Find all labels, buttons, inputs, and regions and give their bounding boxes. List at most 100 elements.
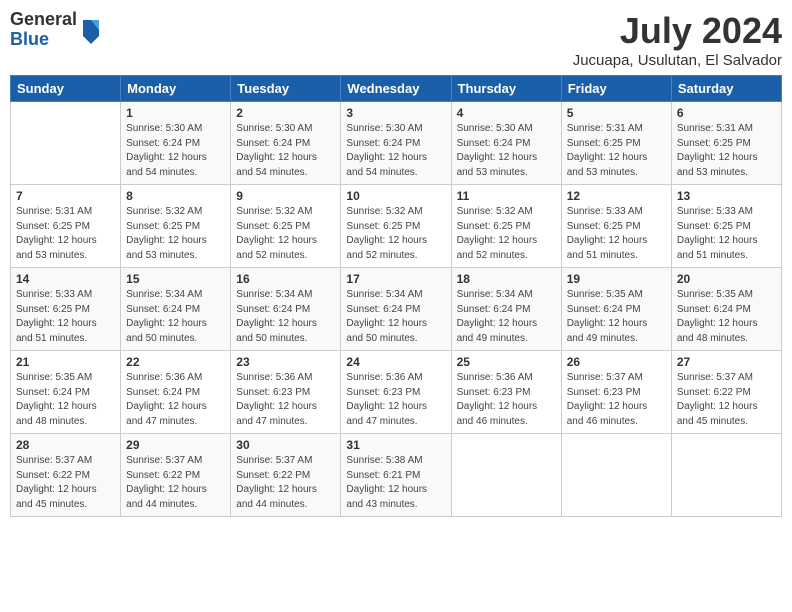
cell-info: Sunrise: 5:34 AM Sunset: 6:24 PM Dayligh… xyxy=(236,288,335,346)
calendar-cell: 14 Sunrise: 5:33 AM Sunset: 6:25 PM Dayli… xyxy=(11,268,121,351)
calendar-cell xyxy=(561,434,671,517)
day-number: 3 xyxy=(346,106,445,120)
weekday-header-wednesday: Wednesday xyxy=(341,76,451,102)
day-number: 9 xyxy=(236,189,335,203)
calendar-cell: 31 Sunrise: 5:38 AM Sunset: 6:21 PM Dayli… xyxy=(341,434,451,517)
cell-info: Sunrise: 5:32 AM Sunset: 6:25 PM Dayligh… xyxy=(126,205,225,263)
calendar-cell: 8 Sunrise: 5:32 AM Sunset: 6:25 PM Daylig… xyxy=(121,185,231,268)
day-number: 8 xyxy=(126,189,225,203)
weekday-header-thursday: Thursday xyxy=(451,76,561,102)
cell-info: Sunrise: 5:30 AM Sunset: 6:24 PM Dayligh… xyxy=(346,122,445,180)
title-section: July 2024 Jucuapa, Usulutan, El Salvador xyxy=(573,10,782,69)
day-number: 15 xyxy=(126,272,225,286)
calendar-cell: 18 Sunrise: 5:34 AM Sunset: 6:24 PM Dayli… xyxy=(451,268,561,351)
cell-info: Sunrise: 5:32 AM Sunset: 6:25 PM Dayligh… xyxy=(236,205,335,263)
cell-info: Sunrise: 5:35 AM Sunset: 6:24 PM Dayligh… xyxy=(567,288,666,346)
page-header: General Blue July 2024 Jucuapa, Usulutan… xyxy=(10,10,782,69)
cell-info: Sunrise: 5:30 AM Sunset: 6:24 PM Dayligh… xyxy=(126,122,225,180)
cell-info: Sunrise: 5:37 AM Sunset: 6:22 PM Dayligh… xyxy=(236,454,335,512)
day-number: 25 xyxy=(457,355,556,369)
cell-info: Sunrise: 5:35 AM Sunset: 6:24 PM Dayligh… xyxy=(677,288,776,346)
calendar-cell: 12 Sunrise: 5:33 AM Sunset: 6:25 PM Dayli… xyxy=(561,185,671,268)
cell-info: Sunrise: 5:35 AM Sunset: 6:24 PM Dayligh… xyxy=(16,371,115,429)
calendar-cell: 19 Sunrise: 5:35 AM Sunset: 6:24 PM Dayli… xyxy=(561,268,671,351)
day-number: 4 xyxy=(457,106,556,120)
day-number: 30 xyxy=(236,438,335,452)
calendar-cell: 21 Sunrise: 5:35 AM Sunset: 6:24 PM Dayli… xyxy=(11,351,121,434)
logo-icon xyxy=(79,16,103,44)
calendar-cell: 15 Sunrise: 5:34 AM Sunset: 6:24 PM Dayli… xyxy=(121,268,231,351)
day-number: 26 xyxy=(567,355,666,369)
day-number: 6 xyxy=(677,106,776,120)
calendar-cell xyxy=(11,102,121,185)
day-number: 2 xyxy=(236,106,335,120)
calendar-cell: 6 Sunrise: 5:31 AM Sunset: 6:25 PM Daylig… xyxy=(671,102,781,185)
day-number: 10 xyxy=(346,189,445,203)
calendar-cell: 11 Sunrise: 5:32 AM Sunset: 6:25 PM Dayli… xyxy=(451,185,561,268)
logo-general-text: General xyxy=(10,10,77,30)
cell-info: Sunrise: 5:36 AM Sunset: 6:24 PM Dayligh… xyxy=(126,371,225,429)
calendar-cell: 10Sunrise: 5:32 AM Sunset: 6:25 PM Dayli… xyxy=(341,185,451,268)
calendar-cell: 30 Sunrise: 5:37 AM Sunset: 6:22 PM Dayli… xyxy=(231,434,341,517)
calendar-cell: 2 Sunrise: 5:30 AM Sunset: 6:24 PM Daylig… xyxy=(231,102,341,185)
day-number: 18 xyxy=(457,272,556,286)
cell-info: Sunrise: 5:33 AM Sunset: 6:25 PM Dayligh… xyxy=(567,205,666,263)
month-title: July 2024 xyxy=(573,10,782,52)
calendar-cell: 23 Sunrise: 5:36 AM Sunset: 6:23 PM Dayli… xyxy=(231,351,341,434)
cell-info: Sunrise: 5:34 AM Sunset: 6:24 PM Dayligh… xyxy=(457,288,556,346)
calendar-cell: 29 Sunrise: 5:37 AM Sunset: 6:22 PM Dayli… xyxy=(121,434,231,517)
calendar-cell xyxy=(671,434,781,517)
calendar-cell: 24Sunrise: 5:36 AM Sunset: 6:23 PM Dayli… xyxy=(341,351,451,434)
day-number: 31 xyxy=(346,438,445,452)
calendar-cell: 22 Sunrise: 5:36 AM Sunset: 6:24 PM Dayli… xyxy=(121,351,231,434)
weekday-header-friday: Friday xyxy=(561,76,671,102)
day-number: 19 xyxy=(567,272,666,286)
day-number: 12 xyxy=(567,189,666,203)
calendar-cell: 5Sunrise: 5:31 AM Sunset: 6:25 PM Daylig… xyxy=(561,102,671,185)
calendar-cell: 28Sunrise: 5:37 AM Sunset: 6:22 PM Dayli… xyxy=(11,434,121,517)
weekday-header-row: SundayMondayTuesdayWednesdayThursdayFrid… xyxy=(11,76,782,102)
calendar-cell: 13 Sunrise: 5:33 AM Sunset: 6:25 PM Dayli… xyxy=(671,185,781,268)
day-number: 7 xyxy=(16,189,115,203)
cell-info: Sunrise: 5:37 AM Sunset: 6:23 PM Dayligh… xyxy=(567,371,666,429)
calendar-cell: 3 Sunrise: 5:30 AM Sunset: 6:24 PM Daylig… xyxy=(341,102,451,185)
cell-info: Sunrise: 5:37 AM Sunset: 6:22 PM Dayligh… xyxy=(126,454,225,512)
day-number: 27 xyxy=(677,355,776,369)
calendar-header: SundayMondayTuesdayWednesdayThursdayFrid… xyxy=(11,76,782,102)
cell-info: Sunrise: 5:30 AM Sunset: 6:24 PM Dayligh… xyxy=(457,122,556,180)
day-number: 21 xyxy=(16,355,115,369)
cell-info: Sunrise: 5:38 AM Sunset: 6:21 PM Dayligh… xyxy=(346,454,445,512)
weekday-header-tuesday: Tuesday xyxy=(231,76,341,102)
calendar-week-2: 7 Sunrise: 5:31 AM Sunset: 6:25 PM Daylig… xyxy=(11,185,782,268)
calendar-cell: 4 Sunrise: 5:30 AM Sunset: 6:24 PM Daylig… xyxy=(451,102,561,185)
cell-info: Sunrise: 5:31 AM Sunset: 6:25 PM Dayligh… xyxy=(677,122,776,180)
day-number: 1 xyxy=(126,106,225,120)
day-number: 13 xyxy=(677,189,776,203)
cell-info: Sunrise: 5:36 AM Sunset: 6:23 PM Dayligh… xyxy=(236,371,335,429)
weekday-header-monday: Monday xyxy=(121,76,231,102)
calendar-cell: 20Sunrise: 5:35 AM Sunset: 6:24 PM Dayli… xyxy=(671,268,781,351)
calendar-table: SundayMondayTuesdayWednesdayThursdayFrid… xyxy=(10,75,782,517)
day-number: 17 xyxy=(346,272,445,286)
cell-info: Sunrise: 5:34 AM Sunset: 6:24 PM Dayligh… xyxy=(346,288,445,346)
day-number: 11 xyxy=(457,189,556,203)
calendar-cell: 17 Sunrise: 5:34 AM Sunset: 6:24 PM Dayli… xyxy=(341,268,451,351)
logo: General Blue xyxy=(10,10,103,50)
calendar-cell: 16Sunrise: 5:34 AM Sunset: 6:24 PM Dayli… xyxy=(231,268,341,351)
cell-info: Sunrise: 5:33 AM Sunset: 6:25 PM Dayligh… xyxy=(16,288,115,346)
cell-info: Sunrise: 5:32 AM Sunset: 6:25 PM Dayligh… xyxy=(457,205,556,263)
cell-info: Sunrise: 5:31 AM Sunset: 6:25 PM Dayligh… xyxy=(16,205,115,263)
cell-info: Sunrise: 5:33 AM Sunset: 6:25 PM Dayligh… xyxy=(677,205,776,263)
location: Jucuapa, Usulutan, El Salvador xyxy=(573,52,782,69)
day-number: 28 xyxy=(16,438,115,452)
cell-info: Sunrise: 5:37 AM Sunset: 6:22 PM Dayligh… xyxy=(677,371,776,429)
cell-info: Sunrise: 5:30 AM Sunset: 6:24 PM Dayligh… xyxy=(236,122,335,180)
day-number: 14 xyxy=(16,272,115,286)
day-number: 23 xyxy=(236,355,335,369)
weekday-header-sunday: Sunday xyxy=(11,76,121,102)
day-number: 5 xyxy=(567,106,666,120)
cell-info: Sunrise: 5:34 AM Sunset: 6:24 PM Dayligh… xyxy=(126,288,225,346)
day-number: 29 xyxy=(126,438,225,452)
day-number: 22 xyxy=(126,355,225,369)
calendar-body: 1 Sunrise: 5:30 AM Sunset: 6:24 PM Daylig… xyxy=(11,102,782,517)
